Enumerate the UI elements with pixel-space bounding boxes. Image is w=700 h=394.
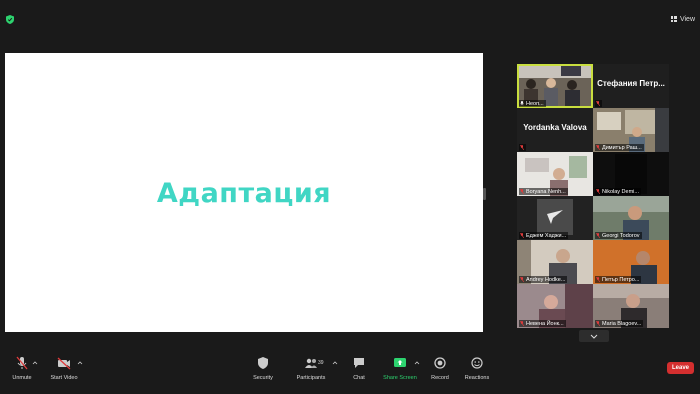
muted-mic-icon [596,101,600,106]
share-screen-icon [394,358,406,367]
participants-count: 39 [318,360,324,366]
participant-name-tag: Georgi Todorov [595,232,642,239]
record-icon [434,357,446,369]
participants-button[interactable]: Participants [289,356,333,381]
view-button[interactable]: View [670,13,695,25]
participant-name-tag: Andrey Hodke... [519,276,568,283]
muted-mic-icon [16,356,28,370]
meeting-toolbar: Unmute Start Video Security Participants… [0,352,700,394]
chevron-down-icon [590,334,598,339]
participant-tile[interactable]: Boryana Nenh... [517,152,593,196]
muted-mic-icon [520,321,524,326]
reactions-button[interactable]: Reactions [455,356,499,381]
gallery-next-page-button[interactable] [579,330,609,342]
participant-name-tag: Невена Йонк... [519,320,566,327]
muted-mic-icon [520,277,524,282]
participant-name-tag: Неоп... [519,100,546,107]
security-button[interactable]: Security [241,356,285,381]
participant-name-tag [595,100,602,107]
participant-tile[interactable]: Неоп... [517,64,593,108]
muted-mic-icon [596,277,600,282]
leave-button[interactable]: Leave [667,362,694,374]
participant-name-tag: Димитър Раш... [595,144,644,151]
participant-tile[interactable]: Georgi Todorov [593,196,669,240]
participant-tile[interactable]: Maria Blagoev... [593,284,669,328]
chat-button[interactable]: Chat [337,356,381,381]
muted-mic-icon [520,145,524,150]
participants-icon [305,358,317,368]
muted-mic-icon [596,321,600,326]
slide-title: Адаптация [156,178,332,209]
participant-tile[interactable]: Andrey Hodke... [517,240,593,284]
share-screen-button[interactable]: Share Screen [378,356,422,381]
participant-tile[interactable]: Петър Петро... [593,240,669,284]
participant-tile[interactable]: Yordanka Valova [517,108,593,152]
start-video-button[interactable]: Start Video [42,356,86,381]
unmute-button[interactable]: Unmute [0,356,44,381]
shield-icon [258,357,268,369]
participant-display-name: Yordanka Valova [523,123,587,132]
participant-tile[interactable]: Nikolay Demi... [593,152,669,196]
mic-icon [520,101,524,105]
smiley-icon [471,357,483,369]
panel-resize-handle[interactable] [483,188,486,200]
participant-tile[interactable]: Невена Йонк... [517,284,593,328]
view-label: View [679,15,695,23]
video-off-icon [57,357,71,370]
participant-name-tag: Maria Blagoev... [595,320,644,327]
muted-mic-icon [596,233,600,238]
grid-icon [670,16,677,22]
participant-tile[interactable]: Еджем Хаджи... [517,196,593,240]
muted-mic-icon [596,145,600,150]
muted-mic-icon [520,233,524,238]
participant-name-tag: Петър Петро... [595,276,642,283]
chat-icon [354,358,364,368]
participant-name-tag: Boryana Nenh... [519,188,568,195]
shared-screen: Адаптация [5,53,483,332]
participant-display-name: Стефания Петр... [597,79,665,88]
chevron-up-icon[interactable] [32,361,38,365]
chevron-up-icon[interactable] [77,361,83,365]
muted-mic-icon [520,189,524,194]
participant-tile[interactable]: Стефания Петр... [593,64,669,108]
participant-tile[interactable]: Димитър Раш... [593,108,669,152]
participant-name-tag [519,144,526,151]
muted-mic-icon [596,189,600,194]
participant-name-tag: Nikolay Demi... [595,188,641,195]
participant-name-tag: Еджем Хаджи... [519,232,569,239]
shield-icon[interactable] [6,15,14,24]
